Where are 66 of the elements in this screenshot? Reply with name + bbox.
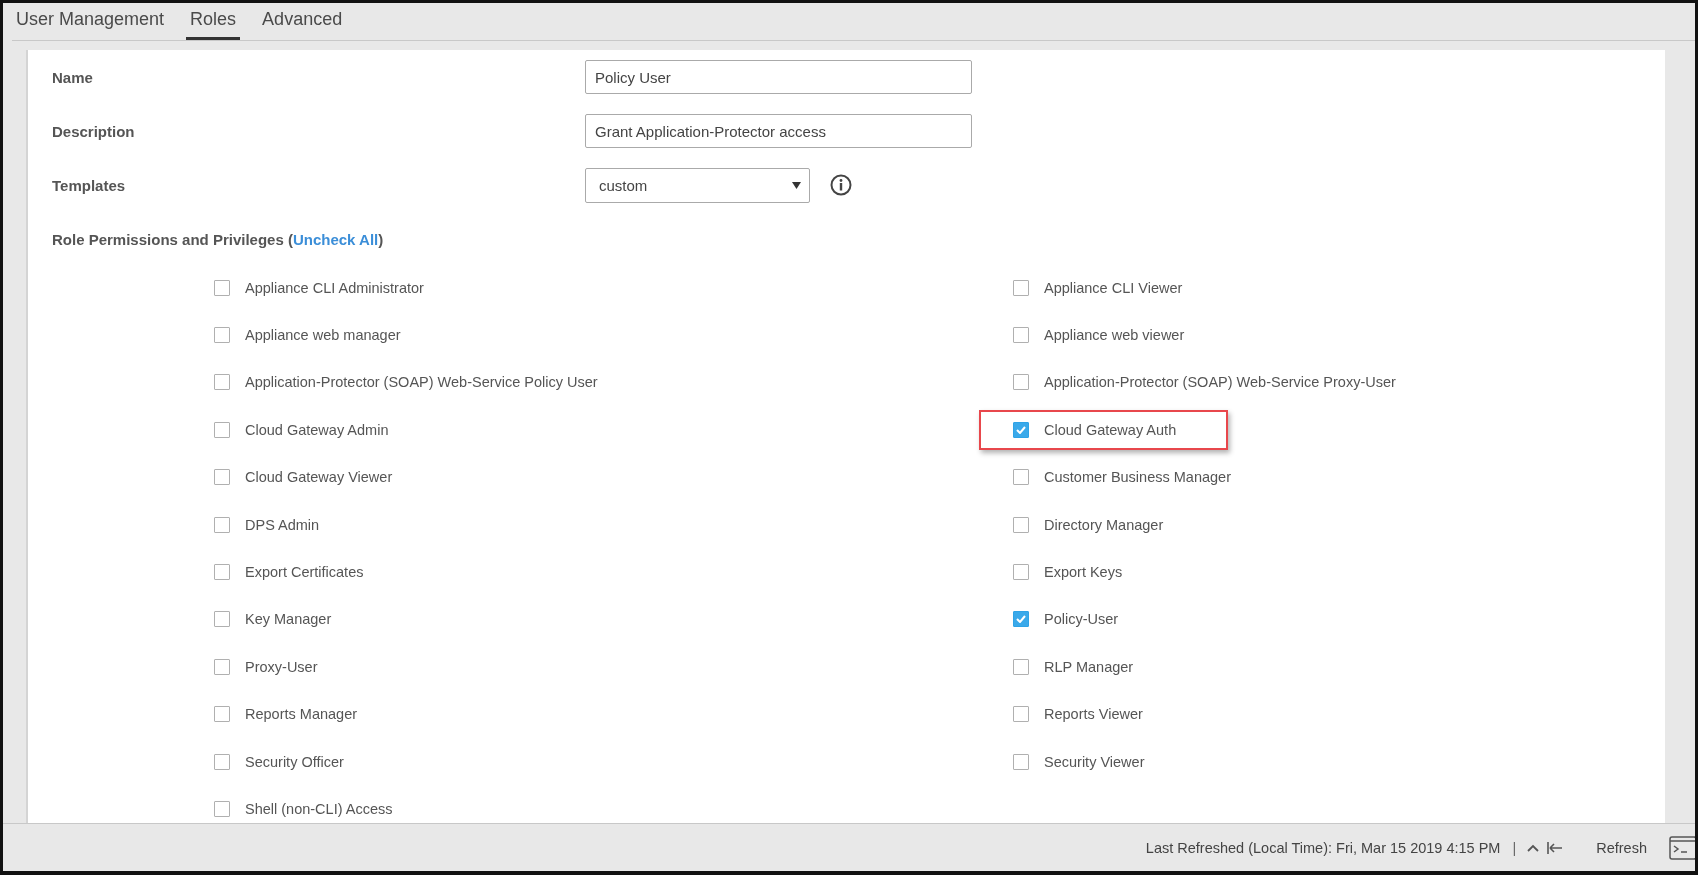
tab[interactable]: Roles — [186, 3, 241, 40]
permission-label: Application-Protector (SOAP) Web-Service Policy User — [245, 374, 598, 391]
permission-label: Appliance web viewer — [1044, 327, 1185, 344]
checkbox[interactable] — [214, 801, 230, 817]
field-label: Name — [52, 68, 94, 86]
separator: | — [1512, 839, 1517, 856]
permission-label: Policy-User — [1044, 611, 1119, 628]
permission-label: Security Officer — [245, 753, 344, 770]
permission-label: Appliance web manager — [245, 327, 401, 344]
checkbox[interactable] — [214, 279, 230, 296]
checkbox[interactable] — [214, 706, 230, 723]
checkbox[interactable] — [1013, 327, 1029, 344]
permission-label: Application-Protector (SOAP) Web-Service Proxy-User — [1044, 374, 1396, 391]
name-field[interactable]: Policy User — [585, 60, 972, 94]
permission-label: Cloud Gateway Viewer — [245, 469, 393, 486]
checkbox[interactable] — [214, 658, 230, 675]
permission-label: RLP Manager — [1044, 658, 1134, 675]
checkbox[interactable] — [1013, 564, 1029, 581]
permission-label: Directory Manager — [1044, 516, 1164, 533]
last-refreshed-text: Last Refreshed (Local Time): Fri, Mar 15 2019 4:15 PM — [1145, 839, 1501, 856]
checkbox[interactable] — [1013, 516, 1029, 533]
section-heading: Role Permissions and Privileges (Uncheck All) — [52, 230, 384, 248]
checkbox[interactable] — [214, 421, 230, 438]
checkbox[interactable] — [1013, 611, 1029, 628]
checkbox[interactable] — [214, 374, 230, 391]
checkbox[interactable] — [214, 753, 230, 770]
permission-label: Cloud Gateway Admin — [245, 421, 389, 438]
checkmark-icon — [1016, 615, 1026, 624]
checkbox[interactable] — [1013, 706, 1029, 723]
collapse-up-icon[interactable] — [1527, 843, 1540, 852]
checkbox[interactable] — [214, 611, 230, 628]
refresh-button[interactable]: Refresh — [1590, 835, 1653, 860]
checkbox[interactable] — [1013, 753, 1029, 770]
checkbox[interactable] — [1013, 658, 1029, 675]
permission-label: Proxy-User — [245, 658, 318, 675]
arrow-to-bar-icon[interactable] — [1547, 841, 1563, 854]
checkbox[interactable] — [1013, 279, 1029, 296]
tab[interactable]: User Management — [12, 3, 169, 40]
permission-label: Cloud Gateway Auth — [1044, 421, 1177, 438]
field-label: Templates — [52, 176, 127, 194]
terminal-icon[interactable] — [1669, 834, 1695, 861]
info-icon[interactable] — [830, 174, 852, 196]
permission-label: Export Certificates — [245, 564, 364, 581]
tab[interactable]: Advanced — [258, 3, 347, 40]
checkbox[interactable] — [214, 327, 230, 344]
permission-label: Appliance CLI Viewer — [1044, 279, 1183, 296]
caret-icon — [792, 181, 801, 189]
permission-label: Appliance CLI Administrator — [245, 279, 424, 296]
permission-label: Key Manager — [245, 611, 332, 628]
checkbox[interactable] — [1013, 374, 1029, 391]
permission-label: Customer Business Manager — [1044, 469, 1231, 486]
checkbox[interactable] — [1013, 469, 1029, 486]
permission-label: Security Viewer — [1044, 753, 1145, 770]
checkbox[interactable] — [214, 564, 230, 581]
field-label: Description — [52, 122, 136, 140]
permission-label: Shell (non-CLI) Access — [245, 801, 393, 817]
permission-label: Export Keys — [1044, 564, 1123, 581]
checkbox[interactable] — [214, 516, 230, 533]
permission-label: Reports Viewer — [1044, 706, 1143, 723]
permission-label: DPS Admin — [245, 516, 320, 533]
checkbox[interactable] — [214, 469, 230, 486]
description-field[interactable]: Grant Application-Protector access — [585, 114, 972, 148]
checkmark-icon — [1016, 425, 1026, 434]
templates-dropdown[interactable]: custom — [585, 167, 810, 203]
permission-label: Reports Manager — [245, 706, 358, 723]
checkbox[interactable] — [1013, 421, 1029, 438]
